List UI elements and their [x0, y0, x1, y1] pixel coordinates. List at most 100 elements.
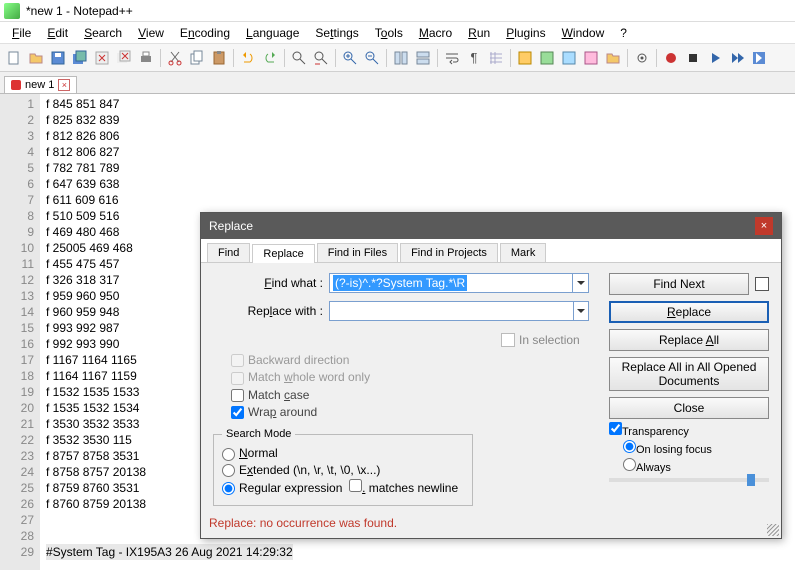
- app-icon: [4, 3, 20, 19]
- menu-search[interactable]: Search: [76, 24, 130, 42]
- file-tab[interactable]: new 1 ×: [4, 76, 77, 93]
- save-macro-icon[interactable]: [749, 48, 769, 68]
- redo-icon[interactable]: [260, 48, 280, 68]
- match-case-checkbox[interactable]: [231, 389, 244, 402]
- in-selection-option: In selection: [501, 333, 580, 347]
- dialog-titlebar[interactable]: Replace ×: [201, 213, 781, 239]
- close-icon[interactable]: [92, 48, 112, 68]
- play-icon[interactable]: [705, 48, 725, 68]
- close-all-icon[interactable]: [114, 48, 134, 68]
- lang-icon[interactable]: [515, 48, 535, 68]
- replace-with-combo[interactable]: [329, 301, 589, 321]
- tab-replace[interactable]: Replace: [252, 244, 314, 263]
- save-all-icon[interactable]: [70, 48, 90, 68]
- tab-find-in-files[interactable]: Find in Files: [317, 243, 398, 262]
- editor[interactable]: 1234567891011121314151617181920212223242…: [0, 94, 795, 570]
- file-tab-label: new 1: [25, 79, 54, 91]
- monitor-icon[interactable]: [632, 48, 652, 68]
- modified-dot-icon: [11, 80, 21, 90]
- chevron-down-icon[interactable]: [573, 302, 588, 320]
- close-button[interactable]: Close: [609, 397, 769, 419]
- tab-find-in-projects[interactable]: Find in Projects: [400, 243, 498, 262]
- doc-map-icon[interactable]: [537, 48, 557, 68]
- replace-button[interactable]: Replace: [609, 301, 769, 323]
- menu-settings[interactable]: Settings: [307, 24, 366, 42]
- menu-macro[interactable]: Macro: [411, 24, 460, 42]
- find-icon[interactable]: [289, 48, 309, 68]
- replace-icon[interactable]: [311, 48, 331, 68]
- menu-window[interactable]: Window: [554, 24, 613, 42]
- all-chars-icon[interactable]: ¶: [464, 48, 484, 68]
- always-option[interactable]: Always: [623, 458, 769, 474]
- mode-regex[interactable]: Regular expression . matches newline: [222, 479, 464, 495]
- wordwrap-icon[interactable]: [442, 48, 462, 68]
- always-radio[interactable]: [623, 458, 636, 471]
- stop-icon[interactable]: [683, 48, 703, 68]
- menu-encoding[interactable]: Encoding: [172, 24, 238, 42]
- play-multi-icon[interactable]: [727, 48, 747, 68]
- transparency-slider[interactable]: [609, 478, 769, 482]
- on-losing-radio[interactable]: [623, 440, 636, 453]
- indent-guide-icon[interactable]: [486, 48, 506, 68]
- find-what-combo[interactable]: (?-is)^.*?System Tag.*\R: [329, 273, 589, 293]
- transparency-checkbox[interactable]: [609, 422, 622, 435]
- menu-file[interactable]: File: [4, 24, 39, 42]
- transparency-group: Transparency On losing focus Always: [609, 420, 769, 482]
- line-number-gutter: 1234567891011121314151617181920212223242…: [0, 94, 40, 570]
- menu-view[interactable]: View: [130, 24, 172, 42]
- new-file-icon[interactable]: [4, 48, 24, 68]
- undo-icon[interactable]: [238, 48, 258, 68]
- replace-with-label: Replace with :: [213, 304, 323, 318]
- replace-with-input[interactable]: [330, 302, 573, 320]
- cut-icon[interactable]: [165, 48, 185, 68]
- chevron-down-icon[interactable]: [572, 274, 588, 292]
- zoom-in-icon[interactable]: [340, 48, 360, 68]
- menu-tools[interactable]: Tools: [367, 24, 411, 42]
- dialog-close-button[interactable]: ×: [755, 217, 773, 235]
- whole-word-checkbox: [231, 372, 244, 385]
- wrap-checkbox[interactable]: [231, 406, 244, 419]
- toolbar-separator: [510, 49, 511, 67]
- resize-grip-icon[interactable]: [767, 524, 779, 536]
- sync-v-icon[interactable]: [391, 48, 411, 68]
- sync-h-icon[interactable]: [413, 48, 433, 68]
- find-what-value: (?-is)^.*?System Tag.*\R: [333, 275, 467, 291]
- mode-regex-radio[interactable]: [222, 482, 235, 495]
- menu-run[interactable]: Run: [460, 24, 498, 42]
- dialog-body: Find what : (?-is)^.*?System Tag.*\R Rep…: [201, 263, 781, 512]
- slider-thumb[interactable]: [747, 474, 755, 486]
- dialog-tabs: Find Replace Find in Files Find in Proje…: [201, 239, 781, 263]
- toolbar-separator: [284, 49, 285, 67]
- menu-help[interactable]: ?: [612, 24, 635, 42]
- save-icon[interactable]: [48, 48, 68, 68]
- menu-plugins[interactable]: Plugins: [498, 24, 553, 42]
- tab-close-icon[interactable]: ×: [58, 79, 70, 91]
- transparency-option[interactable]: Transparency: [609, 422, 769, 438]
- open-file-icon[interactable]: [26, 48, 46, 68]
- tab-find[interactable]: Find: [207, 243, 250, 262]
- print-icon[interactable]: [136, 48, 156, 68]
- matches-newline-checkbox[interactable]: [349, 479, 362, 492]
- find-next-button[interactable]: Find Next: [609, 273, 749, 295]
- record-icon[interactable]: [661, 48, 681, 68]
- replace-all-opened-button[interactable]: Replace All in All Opened Documents: [609, 357, 769, 391]
- menu-edit[interactable]: Edit: [39, 24, 76, 42]
- replace-all-button[interactable]: Replace All: [609, 329, 769, 351]
- folder-icon[interactable]: [603, 48, 623, 68]
- zoom-out-icon[interactable]: [362, 48, 382, 68]
- find-next-direction-checkbox[interactable]: [755, 277, 769, 291]
- in-selection-label: In selection: [519, 333, 580, 347]
- toolbar: ¶: [0, 44, 795, 72]
- func-list-icon[interactable]: [581, 48, 601, 68]
- mode-extended[interactable]: Extended (\n, \r, \t, \0, \x...): [222, 463, 464, 477]
- mode-extended-radio[interactable]: [222, 464, 235, 477]
- menu-language[interactable]: Language: [238, 24, 307, 42]
- copy-icon[interactable]: [187, 48, 207, 68]
- on-losing-focus-option[interactable]: On losing focus: [623, 440, 769, 456]
- mode-normal-radio[interactable]: [222, 448, 235, 461]
- doc-list-icon[interactable]: [559, 48, 579, 68]
- paste-icon[interactable]: [209, 48, 229, 68]
- find-what-label: Find what :: [213, 276, 323, 290]
- tab-mark[interactable]: Mark: [500, 243, 546, 262]
- mode-normal[interactable]: Normal: [222, 446, 464, 460]
